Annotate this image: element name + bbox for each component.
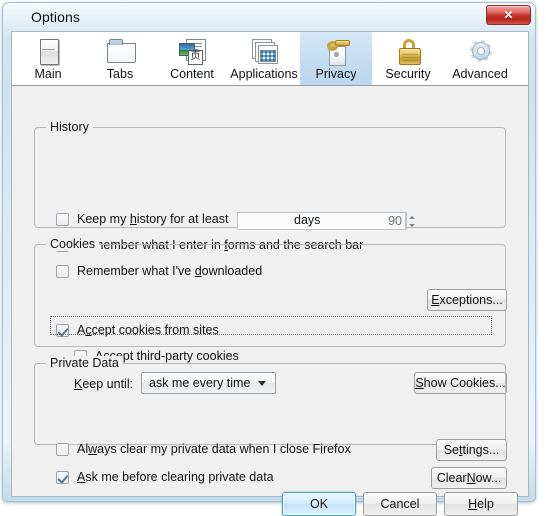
tab-privacy[interactable]: Privacy xyxy=(300,32,372,85)
applications-icon xyxy=(247,36,281,66)
padlock-icon xyxy=(391,36,425,66)
content-page-icon: 页 xyxy=(175,36,209,66)
window-title: Options xyxy=(31,9,80,25)
private-data-group: Private Data xyxy=(34,356,506,445)
tab-label: Privacy xyxy=(315,67,357,81)
privacy-door-icon xyxy=(319,36,353,66)
tab-strip: Main Tabs 页 Content Applications Privacy… xyxy=(12,32,528,86)
cookies-group-title: Cookies xyxy=(46,237,100,251)
tab-label: Advanced xyxy=(452,67,508,81)
tab-advanced[interactable]: Advanced xyxy=(444,32,516,85)
history-days-spinner-buttons[interactable] xyxy=(405,212,415,230)
tab-applications[interactable]: Applications xyxy=(228,32,300,85)
history-days-input[interactable] xyxy=(237,212,405,230)
close-button[interactable]: ✕ xyxy=(486,5,531,25)
help-button[interactable]: Help xyxy=(444,492,518,516)
cancel-button[interactable]: Cancel xyxy=(363,492,437,516)
third-party-focus-rect xyxy=(50,316,492,335)
tab-label: Content xyxy=(170,67,214,81)
tab-folder-icon xyxy=(103,36,137,66)
close-icon: ✕ xyxy=(503,8,514,22)
client-area: Main Tabs 页 Content Applications Privacy… xyxy=(11,31,529,516)
browser-window-icon xyxy=(31,36,65,66)
tab-label: Applications xyxy=(230,67,298,81)
privacy-panel: History Keep my history for at least day… xyxy=(12,86,528,516)
tab-label: Tabs xyxy=(106,67,134,81)
tab-label: Security xyxy=(385,67,431,81)
window-frame: Options ✕ Main Tabs 页 Content Applicatio… xyxy=(2,2,537,516)
always-clear-label: Always clear my private data when I clos… xyxy=(77,442,351,456)
tab-content[interactable]: 页 Content xyxy=(156,32,228,85)
ask-before-clearing-row[interactable]: Ask me before clearing private data xyxy=(56,470,274,484)
exceptions-button[interactable]: Exceptions... xyxy=(427,289,507,311)
keep-history-row[interactable]: Keep my history for at least xyxy=(56,212,228,226)
keep-history-label: Keep my history for at least xyxy=(77,212,229,226)
tab-tabs[interactable]: Tabs xyxy=(84,32,156,85)
tab-security[interactable]: Security xyxy=(372,32,444,85)
history-group-title: History xyxy=(46,120,93,134)
keep-history-checkbox[interactable] xyxy=(56,212,69,226)
ask-before-clearing-checkbox[interactable] xyxy=(56,470,69,484)
days-label: days xyxy=(294,213,321,227)
history-days-spinbox[interactable] xyxy=(237,212,415,230)
gear-icon xyxy=(463,36,497,66)
settings-button[interactable]: Se t tings... xyxy=(436,439,507,461)
always-clear-checkbox[interactable] xyxy=(56,442,69,456)
clear-now-button[interactable]: Clear Now... xyxy=(431,467,507,489)
ok-button[interactable]: OK xyxy=(282,492,356,516)
tab-label: Main xyxy=(34,67,62,81)
title-bar[interactable]: Options ✕ xyxy=(3,3,537,33)
tab-main[interactable]: Main xyxy=(12,32,84,85)
private-data-group-title: Private Data xyxy=(46,356,123,370)
ask-before-clearing-label: Ask me before clearing private data xyxy=(77,470,274,484)
always-clear-row[interactable]: Always clear my private data when I clos… xyxy=(56,442,351,456)
